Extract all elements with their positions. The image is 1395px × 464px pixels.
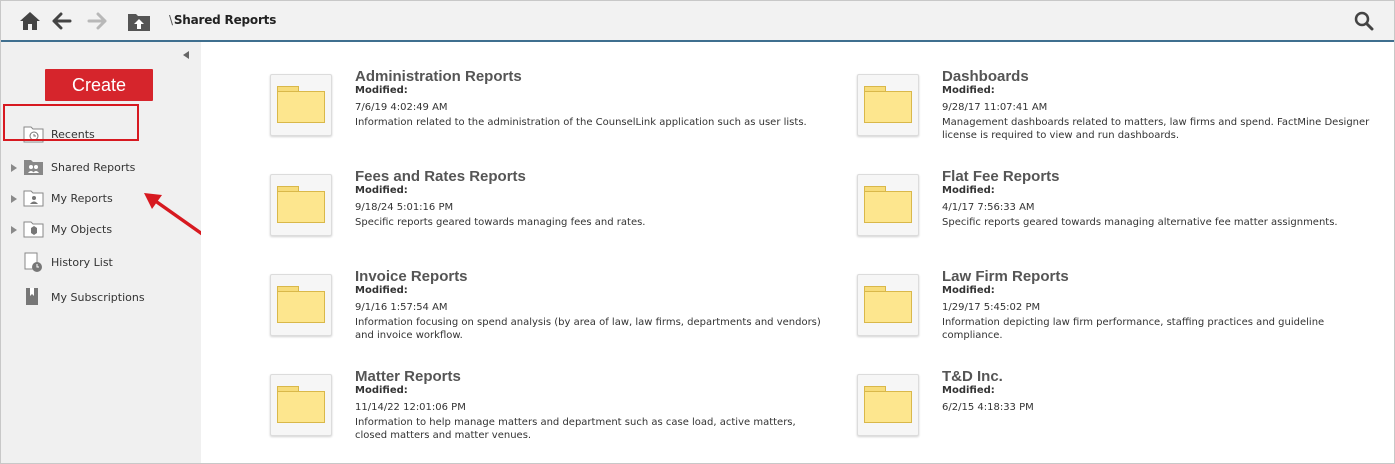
- modified-label: Modified:: [355, 185, 408, 196]
- modified-label: Modified:: [355, 85, 408, 96]
- folder-name[interactable]: Matter Reports: [355, 368, 461, 385]
- sidebar-item-label: My Objects: [51, 223, 113, 236]
- modified-date: 9/28/17 11:07:41 AM: [942, 102, 1048, 113]
- expand-arrow-icon[interactable]: [11, 195, 17, 203]
- modified-label: Modified:: [942, 85, 995, 96]
- home-icon[interactable]: [18, 9, 42, 33]
- folder-item-fees-and-rates-reports[interactable]: Fees and Rates Reports Modified: 9/18/24…: [270, 168, 830, 264]
- folder-name[interactable]: Dashboards: [942, 68, 1029, 85]
- expand-arrow-icon[interactable]: [11, 226, 17, 234]
- breadcrumb: \Shared Reports: [169, 13, 276, 27]
- folder-icon[interactable]: [857, 74, 919, 136]
- modified-date: 9/18/24 5:01:16 PM: [355, 202, 454, 213]
- modified-label: Modified:: [355, 285, 408, 296]
- modified-date: 4/1/17 7:56:33 AM: [942, 202, 1035, 213]
- search-icon[interactable]: [1352, 9, 1376, 33]
- sidebar-item-my-subscriptions[interactable]: My Subscriptions: [1, 287, 201, 309]
- modified-label: Modified:: [942, 385, 995, 396]
- folder-item-dashboards[interactable]: Dashboards Modified: 9/28/17 11:07:41 AM…: [857, 68, 1395, 164]
- modified-label: Modified:: [355, 385, 408, 396]
- folder-icon[interactable]: [857, 174, 919, 236]
- modified-date: 11/14/22 12:01:06 PM: [355, 402, 466, 413]
- history-list-icon: [23, 252, 45, 272]
- folder-icon[interactable]: [270, 74, 332, 136]
- toolbar: \Shared Reports: [1, 1, 1394, 42]
- forward-arrow-icon[interactable]: [85, 9, 109, 33]
- collapse-sidebar-icon[interactable]: [183, 51, 189, 59]
- folder-name[interactable]: Law Firm Reports: [942, 268, 1069, 285]
- folder-icon[interactable]: [270, 374, 332, 436]
- folder-description: Information related to the administratio…: [355, 117, 807, 128]
- folder-item-invoice-reports[interactable]: Invoice Reports Modified: 9/1/16 1:57:54…: [270, 268, 830, 364]
- folder-description: Information depicting law firm performan…: [942, 317, 1325, 341]
- folder-icon[interactable]: [857, 274, 919, 336]
- folder-item-flat-fee-reports[interactable]: Flat Fee Reports Modified: 4/1/17 7:56:3…: [857, 168, 1387, 264]
- folder-item-administration-reports[interactable]: Administration Reports Modified: 7/6/19 …: [270, 68, 830, 164]
- folder-name[interactable]: T&D Inc.: [942, 368, 1003, 385]
- folder-name[interactable]: Invoice Reports: [355, 268, 468, 285]
- folder-item-law-firm-reports[interactable]: Law Firm Reports Modified: 1/29/17 5:45:…: [857, 268, 1387, 364]
- folder-description: Specific reports geared towards managing…: [355, 217, 646, 228]
- breadcrumb-separator: \: [169, 13, 173, 27]
- shared-folder-icon: [23, 157, 45, 177]
- folder-item-matter-reports[interactable]: Matter Reports Modified: 11/14/22 12:01:…: [270, 368, 830, 464]
- highlight-box: [3, 104, 139, 141]
- folder-name[interactable]: Flat Fee Reports: [942, 168, 1060, 185]
- folder-name[interactable]: Administration Reports: [355, 68, 522, 85]
- my-reports-folder-icon: [23, 188, 45, 208]
- folder-description: Management dashboards related to matters…: [942, 117, 1370, 141]
- modified-label: Modified:: [942, 185, 995, 196]
- up-folder-icon[interactable]: [127, 9, 151, 33]
- modified-date: 1/29/17 5:45:02 PM: [942, 302, 1041, 313]
- folder-item-t-and-d-inc[interactable]: T&D Inc. Modified: 6/2/15 4:18:33 PM: [857, 368, 1387, 464]
- folder-description: Information focusing on spend analysis (…: [355, 317, 821, 341]
- modified-date: 7/6/19 4:02:49 AM: [355, 102, 448, 113]
- modified-label: Modified:: [942, 285, 995, 296]
- folder-description: Specific reports geared towards managing…: [942, 217, 1338, 228]
- expand-arrow-icon[interactable]: [11, 164, 17, 172]
- sidebar-item-label: My Reports: [51, 192, 113, 205]
- sidebar-item-history-list[interactable]: History List: [1, 252, 201, 274]
- folder-description: Information to help manage matters and d…: [355, 417, 796, 441]
- sidebar-item-label: Shared Reports: [51, 161, 136, 174]
- folder-icon[interactable]: [270, 274, 332, 336]
- modified-date: 9/1/16 1:57:54 AM: [355, 302, 448, 313]
- folder-icon[interactable]: [857, 374, 919, 436]
- folder-grid: Administration Reports Modified: 7/6/19 …: [201, 42, 1394, 463]
- modified-date: 6/2/15 4:18:33 PM: [942, 402, 1034, 413]
- breadcrumb-current[interactable]: Shared Reports: [174, 13, 277, 27]
- sidebar-item-label: History List: [51, 256, 113, 269]
- subscriptions-icon: [23, 287, 45, 307]
- sidebar-item-shared-reports[interactable]: Shared Reports: [1, 157, 201, 179]
- sidebar-item-label: My Subscriptions: [51, 291, 145, 304]
- back-arrow-icon[interactable]: [50, 9, 74, 33]
- folder-icon[interactable]: [270, 174, 332, 236]
- my-objects-folder-icon: [23, 219, 45, 239]
- folder-name[interactable]: Fees and Rates Reports: [355, 168, 526, 185]
- create-button[interactable]: Create: [45, 69, 153, 101]
